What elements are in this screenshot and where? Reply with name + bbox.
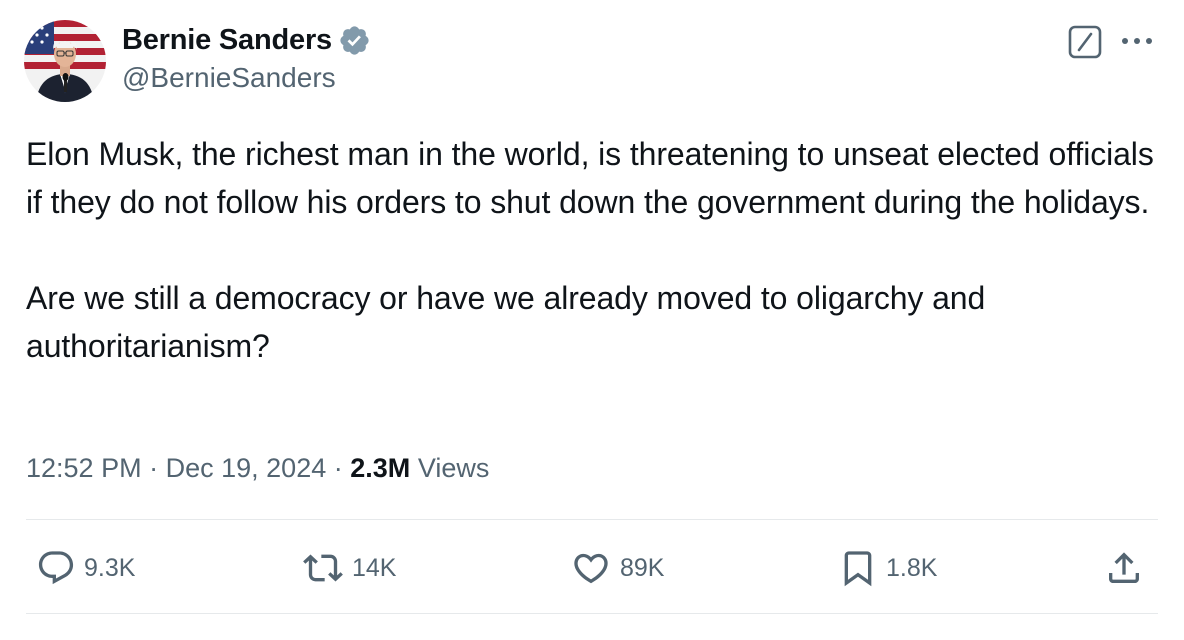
profile-photo-icon	[24, 20, 106, 102]
tweet-card: Bernie Sanders @BernieSanders Elon Musk,…	[0, 0, 1184, 640]
like-count: 89K	[620, 553, 665, 582]
views-count[interactable]: 2.3M	[350, 453, 410, 483]
handle[interactable]: @BernieSanders	[122, 62, 371, 94]
tweet-paragraph: Are we still a democracy or have we alre…	[26, 280, 986, 364]
reply-count: 9.3K	[84, 553, 136, 582]
repost-icon	[303, 554, 343, 582]
divider	[26, 519, 1158, 520]
display-name[interactable]: Bernie Sanders	[122, 24, 332, 57]
bookmark-count: 1.8K	[886, 553, 938, 582]
meta-separator: ·	[333, 453, 343, 483]
share-icon	[1109, 552, 1139, 583]
bookmark-button[interactable]: 1.8K	[838, 548, 937, 588]
author-block: Bernie Sanders @BernieSanders	[122, 22, 371, 94]
repost-count: 14K	[352, 553, 397, 582]
meta-separator: ·	[149, 453, 159, 483]
verified-badge-icon[interactable]	[338, 24, 371, 57]
tweet-text: Elon Musk, the richest man in the world,…	[26, 130, 1166, 370]
reply-icon	[38, 551, 74, 585]
tweet-time[interactable]: 12:52 PM	[26, 453, 142, 483]
avatar[interactable]	[24, 20, 106, 102]
repost-button[interactable]: 14K	[302, 548, 396, 588]
like-button[interactable]: 89K	[570, 548, 664, 588]
tweet-meta: 12:52 PM · Dec 19, 2024 · 2.3M Views	[26, 448, 489, 488]
divider	[26, 613, 1158, 614]
tweet-paragraph: Elon Musk, the richest man in the world,…	[26, 136, 1154, 220]
grok-icon[interactable]	[1067, 24, 1103, 60]
reply-button[interactable]: 9.3K	[36, 548, 135, 588]
views-label: Views	[417, 453, 490, 483]
share-button[interactable]	[1104, 548, 1144, 588]
more-dots-icon[interactable]	[1117, 28, 1157, 54]
tweet-date[interactable]: Dec 19, 2024	[166, 453, 327, 483]
bookmark-icon	[844, 551, 872, 587]
heart-icon	[574, 553, 608, 584]
name-row: Bernie Sanders	[122, 22, 371, 58]
